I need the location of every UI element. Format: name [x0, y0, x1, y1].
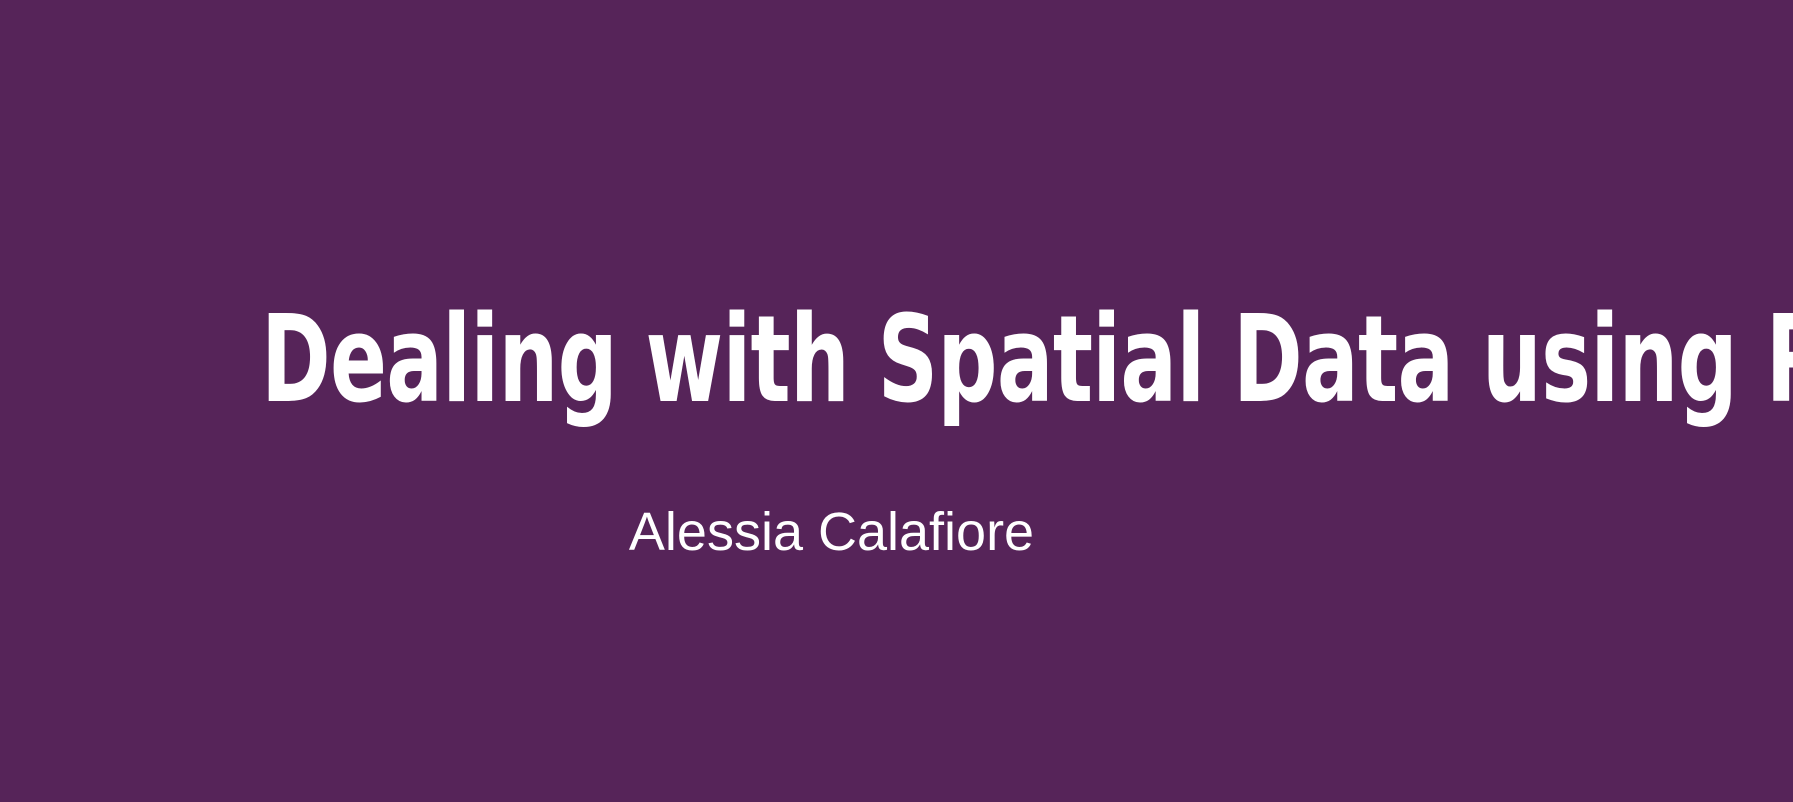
slide-author: Alessia Calafiore [628, 502, 1035, 562]
title-slide: Dealing with Spatial Data using R Alessi… [0, 0, 1793, 802]
slide-title: Dealing with Spatial Data using R [261, 291, 1793, 430]
